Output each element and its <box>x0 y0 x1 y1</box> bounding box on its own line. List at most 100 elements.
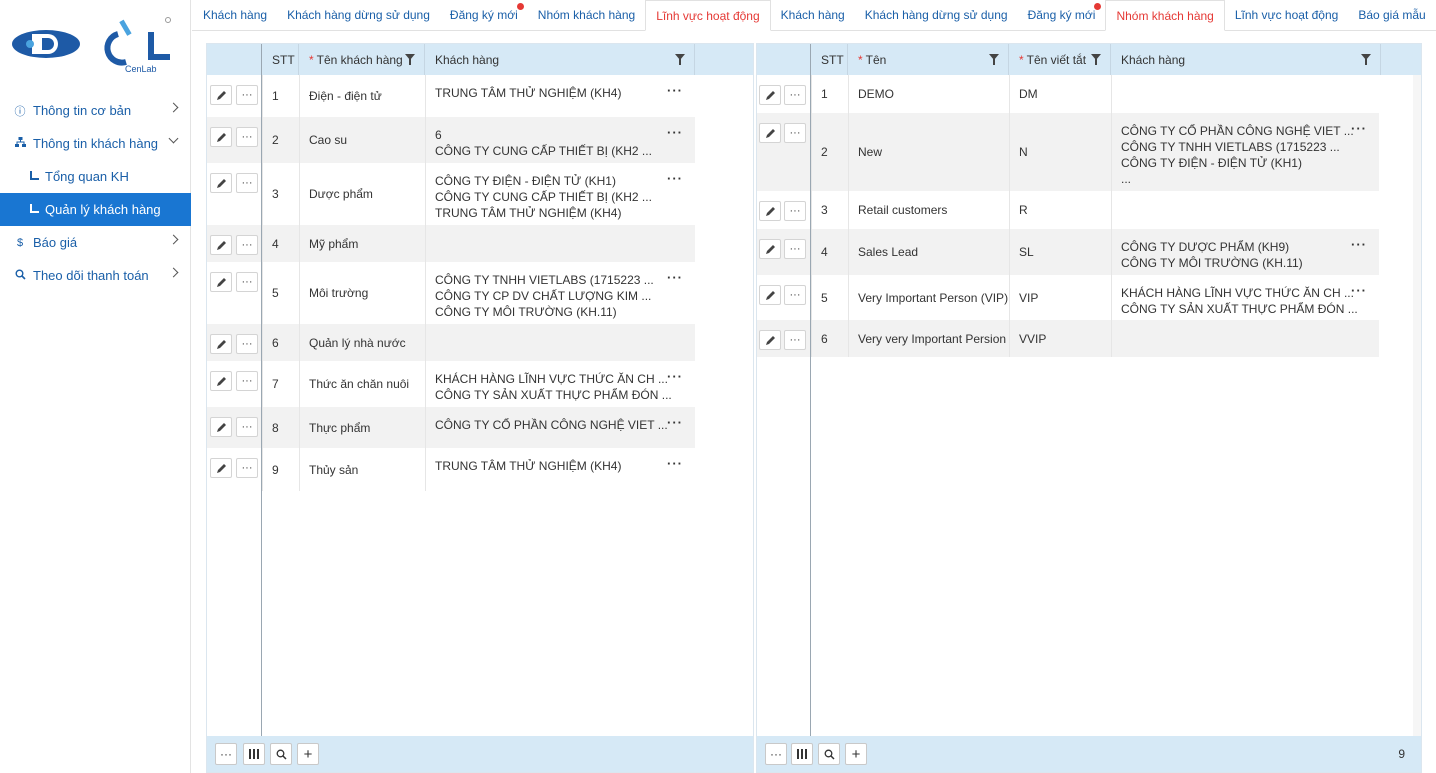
cell-more-icon[interactable]: ··· <box>667 456 683 471</box>
stt-cell: 1 <box>272 89 279 103</box>
table-row: ··· 1 DEMO DM <box>757 75 1379 113</box>
cell-more-icon[interactable]: ··· <box>667 369 683 384</box>
row-more-button[interactable]: ··· <box>784 85 806 105</box>
edit-button[interactable] <box>210 272 232 292</box>
search-button[interactable] <box>270 743 292 765</box>
add-button[interactable]: + <box>845 743 867 765</box>
row-more-button[interactable]: ··· <box>784 285 806 305</box>
row-more-button[interactable]: ··· <box>784 330 806 350</box>
row-more-button[interactable]: ··· <box>236 173 258 193</box>
column-header-stt[interactable]: STT <box>811 44 848 75</box>
pencil-icon <box>765 90 775 100</box>
more-options-button[interactable]: ··· <box>215 743 237 765</box>
table-row: ··· 5 Môi trường CÔNG TY TNHH VIETLABS (171… <box>207 262 695 324</box>
stt-cell: 5 <box>272 286 279 300</box>
edit-button[interactable] <box>210 458 232 478</box>
cell-more-icon[interactable]: ··· <box>667 270 683 285</box>
customers-cell <box>1111 320 1346 357</box>
tab-label: Lĩnh vực hoạt động <box>1234 7 1339 22</box>
row-more-button[interactable]: ··· <box>236 272 258 292</box>
edit-button[interactable] <box>759 285 781 305</box>
tab-customers-2[interactable]: Khách hàng <box>771 0 855 30</box>
sidebar-item-label: Thông tin cơ bản <box>33 103 132 118</box>
tab-customers-inactive-2[interactable]: Khách hàng dừng sử dụng <box>855 0 1018 30</box>
tab-label: Khách hàng <box>203 7 268 22</box>
edit-button[interactable] <box>210 127 232 147</box>
row-more-button[interactable]: ··· <box>784 123 806 143</box>
row-more-button[interactable]: ··· <box>236 334 258 354</box>
cell-more-icon[interactable]: ··· <box>667 125 683 140</box>
edit-button[interactable] <box>759 239 781 259</box>
cenlab-logo: CenLab <box>12 17 171 74</box>
tab-new-registration-2[interactable]: Đăng ký mới <box>1018 0 1106 30</box>
columns-button[interactable] <box>791 743 813 765</box>
sidebar-item-customer-overview[interactable]: Tổng quan KH <box>0 160 191 193</box>
sidebar-item-customer-management[interactable]: Quản lý khách hàng <box>0 193 191 226</box>
name-cell: Mỹ phẩm <box>309 236 359 251</box>
edit-button[interactable] <box>759 201 781 221</box>
column-header-short-name[interactable]: * Tên viết tắt <box>1009 44 1111 75</box>
table-row: ··· 2 Cao su 6 CÔNG TY CUNG CẤP THIẾT BỊ (KH… <box>207 117 695 163</box>
cell-more-icon[interactable]: ··· <box>667 83 683 98</box>
sidebar-item-customer-info[interactable]: Thông tin khách hàng <box>0 127 191 160</box>
filter-icon[interactable] <box>989 54 999 65</box>
edit-button[interactable] <box>210 417 232 437</box>
edit-button[interactable] <box>210 235 232 255</box>
row-more-button[interactable]: ··· <box>236 127 258 147</box>
search-button[interactable] <box>818 743 840 765</box>
sidebar-item-quotation[interactable]: $ Báo giá <box>0 226 191 259</box>
sidebar-item-payment-tracking[interactable]: Theo dõi thanh toán <box>0 259 191 292</box>
tab-customer-groups-2[interactable]: Nhóm khách hàng <box>1105 0 1225 31</box>
cell-more-icon[interactable]: ··· <box>667 171 683 186</box>
cell-more-icon[interactable]: ··· <box>1351 283 1367 298</box>
customers-cell <box>425 225 660 262</box>
column-divider <box>811 75 812 357</box>
more-options-button[interactable]: ··· <box>765 743 787 765</box>
customer-name: CÔNG TY DƯỢC PHẨM (KH9) <box>1121 240 1290 254</box>
edit-button[interactable] <box>759 123 781 143</box>
add-button[interactable]: + <box>297 743 319 765</box>
row-more-button[interactable]: ··· <box>236 371 258 391</box>
row-more-button[interactable]: ··· <box>236 458 258 478</box>
edit-button[interactable] <box>210 334 232 354</box>
columns-button[interactable] <box>243 743 265 765</box>
customers-cell <box>1111 191 1346 229</box>
header-label: Khách hàng <box>1121 52 1186 67</box>
row-more-button[interactable]: ··· <box>236 85 258 105</box>
row-more-button[interactable]: ··· <box>236 417 258 437</box>
column-header-customers[interactable]: Khách hàng <box>1111 44 1381 75</box>
edit-button[interactable] <box>759 330 781 350</box>
edit-button[interactable] <box>210 85 232 105</box>
tab-customer-groups[interactable]: Nhóm khách hàng <box>528 0 645 30</box>
filter-icon[interactable] <box>675 54 685 65</box>
corner-icon <box>30 203 39 213</box>
row-more-button[interactable]: ··· <box>784 201 806 221</box>
sidebar-item-label: Thông tin khách hàng <box>33 136 159 151</box>
filter-icon[interactable] <box>1091 54 1101 65</box>
cell-more-icon[interactable]: ··· <box>1351 237 1367 252</box>
filter-icon[interactable] <box>405 54 415 65</box>
tab-label: Khách hàng dừng sử dụng <box>287 7 430 22</box>
column-header-name[interactable]: * Tên <box>848 44 1009 75</box>
tab-quotation-template[interactable]: Báo giá mẫu <box>1348 0 1435 30</box>
edit-button[interactable] <box>210 173 232 193</box>
edit-button[interactable] <box>210 371 232 391</box>
edit-button[interactable] <box>759 85 781 105</box>
tab-customers-inactive[interactable]: Khách hàng dừng sử dụng <box>277 0 440 30</box>
vertical-scrollbar[interactable] <box>1413 75 1421 736</box>
sidebar-item-basic-info[interactable]: ⓘ Thông tin cơ bản <box>0 94 191 127</box>
cell-more-icon[interactable]: ··· <box>1351 121 1367 136</box>
row-more-button[interactable]: ··· <box>784 239 806 259</box>
column-header-stt[interactable]: STT <box>262 44 299 75</box>
column-header-name[interactable]: * Tên khách hàng <box>299 44 425 75</box>
filter-icon[interactable] <box>1361 54 1371 65</box>
row-more-button[interactable]: ··· <box>236 235 258 255</box>
column-header-customers[interactable]: Khách hàng <box>425 44 695 75</box>
tab-new-registration[interactable]: Đăng ký mới <box>440 0 528 30</box>
tab-business-fields-2[interactable]: Lĩnh vực hoạt động <box>1225 0 1348 30</box>
tab-business-fields[interactable]: Lĩnh vực hoạt động <box>645 0 771 31</box>
tab-customers[interactable]: Khách hàng <box>193 0 277 30</box>
tab-label: Đăng ký mới <box>449 7 518 22</box>
chevron-right-icon <box>168 234 179 245</box>
cell-more-icon[interactable]: ··· <box>667 415 683 430</box>
